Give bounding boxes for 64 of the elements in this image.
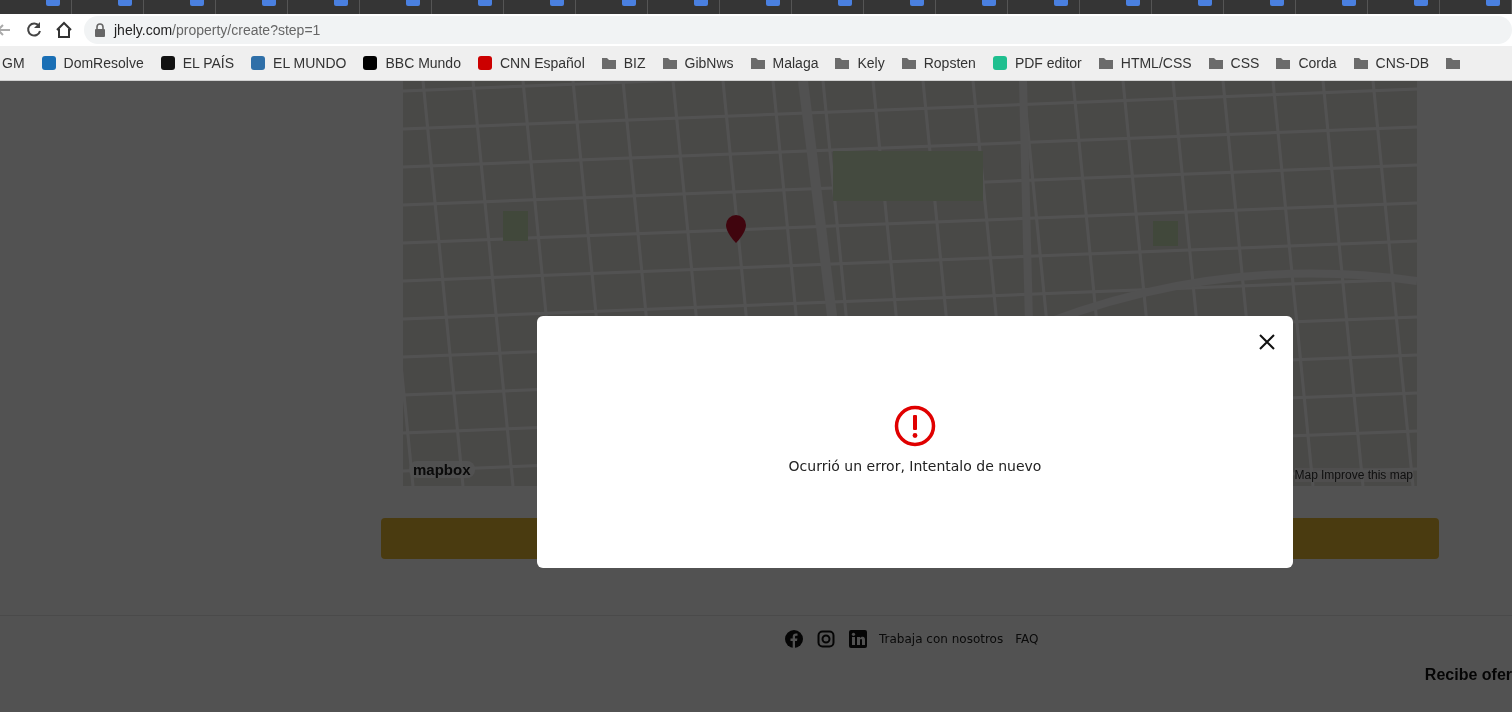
bookmark[interactable]: Malaga [749,55,819,71]
tab-favicon-icon[interactable] [190,0,204,6]
tab-favicon-icon[interactable] [1342,0,1356,6]
tab-favicon-icon[interactable] [334,0,348,6]
newsletter-heading: Recibe ofer [1424,666,1512,684]
folder-icon [1445,55,1462,71]
linkedin-icon[interactable] [849,630,867,648]
folder-icon [900,55,917,71]
map-logo: mapbox [409,461,475,478]
tab-favicon-icon[interactable] [118,0,132,6]
bookmark[interactable]: BIZ [600,55,646,71]
bookmark[interactable]: EL PAÍS [159,55,235,71]
tab-favicon-icon[interactable] [1270,0,1284,6]
tab-favicon-icon[interactable] [1198,0,1212,6]
tab-favicon-icon[interactable] [910,0,924,6]
bookmark[interactable]: GibNws [661,55,734,71]
tab-favicon-icon[interactable] [1126,0,1140,6]
folder-icon [600,55,617,71]
tab-favicon-icon[interactable] [622,0,636,6]
url-host: jhely.com [114,22,173,38]
tab-favicon-icon[interactable] [1414,0,1428,6]
folder-icon [661,55,678,71]
url-path: /property/create?step=1 [172,22,321,38]
tab-favicon-icon[interactable] [766,0,780,6]
tab-favicon-icon[interactable] [838,0,852,6]
bookmark[interactable]: GM [2,55,25,71]
folder-icon [1275,55,1292,71]
tab-favicon-icon[interactable] [694,0,708,6]
bookmark[interactable] [1445,55,1462,71]
map-pin-icon [726,215,746,243]
folder-icon [1352,55,1369,71]
tab-favicon-icon[interactable] [1486,0,1500,6]
tab-favicon-icon[interactable] [550,0,564,6]
tab-favicon-icon[interactable] [982,0,996,6]
bookmark[interactable]: BBC Mundo [362,55,461,71]
tab-favicon-icon[interactable] [1054,0,1068,6]
bookmark[interactable]: CSS [1207,55,1260,71]
bookmark[interactable]: Corda [1275,55,1337,71]
instagram-icon[interactable] [817,630,835,648]
folder-icon [834,55,851,71]
tab-favicon-icon[interactable] [478,0,492,6]
bookmark[interactable]: HTML/CSS [1097,55,1192,71]
error-message: Ocurrió un error, Intentalo de nuevo [788,458,1042,474]
facebook-icon[interactable] [785,630,803,648]
folder-icon [749,55,766,71]
bookmark[interactable]: DomResolve [40,55,144,71]
address-bar[interactable]: jhely.com/property/create?step=1 [84,16,1512,44]
home-icon[interactable] [54,20,74,40]
lock-icon [94,23,106,37]
map-attribution: Map [1294,468,1318,482]
bookmark[interactable]: EL MUNDO [250,55,347,71]
bookmark[interactable]: Kely [834,55,885,71]
bookmark[interactable]: Ropsten [900,55,976,71]
tab-favicon-icon[interactable] [262,0,276,6]
folder-icon [1207,55,1224,71]
reload-icon[interactable] [24,20,44,40]
bookmark[interactable]: PDF editor [991,55,1082,71]
tab-favicon-icon[interactable] [46,0,60,6]
tab-favicon-icon[interactable] [406,0,420,6]
bookmark[interactable]: CNN Español [476,55,585,71]
bookmark[interactable]: CNS-DB [1352,55,1430,71]
folder-icon [1097,55,1114,71]
close-icon[interactable] [1258,333,1276,351]
error-icon [894,405,936,447]
